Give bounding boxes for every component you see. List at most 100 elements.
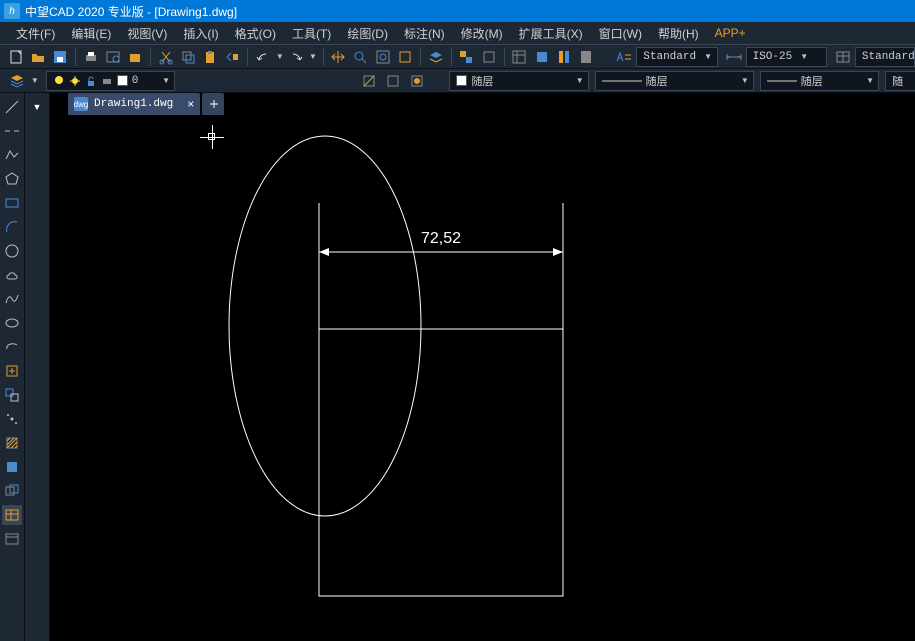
open-icon[interactable] bbox=[28, 46, 48, 68]
paste-icon[interactable] bbox=[200, 46, 220, 68]
polyline-icon[interactable] bbox=[2, 145, 22, 165]
menu-help[interactable]: 帮助(H) bbox=[650, 22, 707, 45]
chevron-down-icon: ▼ bbox=[866, 76, 874, 85]
separator bbox=[420, 48, 421, 66]
menu-format[interactable]: 格式(O) bbox=[227, 22, 284, 45]
copy-icon[interactable] bbox=[178, 46, 198, 68]
menu-insert[interactable]: 插入(I) bbox=[175, 22, 226, 45]
circle-icon[interactable] bbox=[2, 241, 22, 261]
dropdown-icon[interactable]: ▼ bbox=[27, 97, 47, 117]
block-icon[interactable] bbox=[456, 46, 476, 68]
table-icon[interactable] bbox=[2, 505, 22, 525]
layer-dropdown[interactable]: 0 ▼ bbox=[46, 71, 175, 91]
cut-icon[interactable] bbox=[156, 46, 176, 68]
menu-window[interactable]: 窗口(W) bbox=[591, 22, 650, 45]
print-icon[interactable] bbox=[81, 46, 101, 68]
dimension-text: 72,52 bbox=[421, 230, 461, 247]
menu-modify[interactable]: 修改(M) bbox=[453, 22, 511, 45]
ellipse-icon[interactable] bbox=[2, 313, 22, 333]
ellipse-shape[interactable] bbox=[229, 136, 421, 516]
point-icon[interactable] bbox=[2, 409, 22, 429]
layer-name: 0 bbox=[132, 75, 139, 87]
menu-tools[interactable]: 工具(T) bbox=[284, 22, 339, 45]
style-icon[interactable] bbox=[614, 46, 634, 68]
zoom-ext-icon[interactable] bbox=[395, 46, 415, 68]
redo-drop-icon[interactable]: ▼ bbox=[308, 46, 317, 68]
canvas[interactable]: 72,52 bbox=[50, 93, 915, 641]
make-block-icon[interactable] bbox=[2, 385, 22, 405]
dimension[interactable]: 72,52 bbox=[319, 203, 563, 256]
text-style-value: Standard bbox=[643, 51, 696, 63]
ellipse-arc-icon[interactable] bbox=[2, 337, 22, 357]
new-icon[interactable] bbox=[6, 46, 26, 68]
pan-icon[interactable] bbox=[328, 46, 348, 68]
preview-icon[interactable] bbox=[103, 46, 123, 68]
lineweight-dropdown[interactable]: 随层 ▼ bbox=[760, 71, 879, 91]
text-style-dropdown[interactable]: Standard▼ bbox=[636, 47, 717, 67]
close-icon[interactable]: × bbox=[187, 97, 194, 111]
ucs2-icon[interactable] bbox=[382, 70, 404, 92]
design-icon[interactable] bbox=[532, 46, 552, 68]
plotstyle-dropdown[interactable]: 随 bbox=[885, 71, 915, 91]
layer-color-swatch bbox=[117, 75, 128, 86]
rectangle-icon[interactable] bbox=[2, 193, 22, 213]
ucs3-icon[interactable] bbox=[406, 70, 428, 92]
linetype-dropdown[interactable]: 随层 ▼ bbox=[595, 71, 754, 91]
tool-pal-icon[interactable] bbox=[554, 46, 574, 68]
hatch-icon[interactable] bbox=[2, 433, 22, 453]
revcloud-icon[interactable] bbox=[2, 265, 22, 285]
undo-icon[interactable] bbox=[253, 46, 273, 68]
dim-style-dropdown[interactable]: ISO-25▼ bbox=[746, 47, 827, 67]
redo-icon[interactable] bbox=[286, 46, 306, 68]
print-ok-icon bbox=[101, 75, 113, 87]
document-tabs: dwg Drawing1.dwg × bbox=[50, 93, 915, 115]
zoom-icon[interactable] bbox=[350, 46, 370, 68]
zoom-win-icon[interactable] bbox=[373, 46, 393, 68]
menu-ext[interactable]: 扩展工具(X) bbox=[511, 22, 591, 45]
block2-icon[interactable] bbox=[479, 46, 499, 68]
new-tab-button[interactable] bbox=[202, 93, 224, 115]
publish-icon[interactable] bbox=[125, 46, 145, 68]
menu-draw[interactable]: 绘图(D) bbox=[339, 22, 396, 45]
match-icon[interactable] bbox=[222, 46, 242, 68]
gradient-icon[interactable] bbox=[2, 457, 22, 477]
rectangle-shape[interactable] bbox=[319, 252, 563, 596]
toolbar-layer: ▼ 0 ▼ 随层 ▼ 随层 ▼ 随层 ▼ 随 bbox=[0, 69, 915, 93]
menu-dim[interactable]: 标注(N) bbox=[396, 22, 453, 45]
color-dropdown[interactable]: 随层 ▼ bbox=[449, 71, 588, 91]
tab-drawing1[interactable]: dwg Drawing1.dwg × bbox=[68, 93, 200, 115]
color-value: 随层 bbox=[471, 73, 493, 89]
layer-state-icon[interactable] bbox=[6, 70, 28, 92]
text-icon[interactable] bbox=[2, 529, 22, 549]
table-style-icon[interactable] bbox=[833, 46, 853, 68]
xline-icon[interactable] bbox=[2, 121, 22, 141]
layer-drop-icon[interactable]: ▼ bbox=[30, 70, 40, 92]
separator bbox=[504, 48, 505, 66]
tab-label: Drawing1.dwg bbox=[94, 98, 173, 110]
separator bbox=[75, 48, 76, 66]
plus-icon bbox=[208, 98, 218, 110]
menu-app[interactable]: APP+ bbox=[707, 23, 754, 43]
arc-icon[interactable] bbox=[2, 217, 22, 237]
dim-style-icon[interactable] bbox=[724, 46, 744, 68]
calc-icon[interactable] bbox=[576, 46, 596, 68]
spline-icon[interactable] bbox=[2, 289, 22, 309]
table-style-dropdown[interactable]: Standard bbox=[855, 47, 915, 67]
menu-view[interactable]: 视图(V) bbox=[119, 22, 175, 45]
save-icon[interactable] bbox=[50, 46, 70, 68]
drawing-area[interactable]: dwg Drawing1.dwg × 72,52 bbox=[50, 93, 915, 641]
props-icon[interactable] bbox=[509, 46, 529, 68]
sun-icon bbox=[69, 75, 81, 87]
window-title: 中望CAD 2020 专业版 - [Drawing1.dwg] bbox=[25, 3, 237, 20]
undo-drop-icon[interactable]: ▼ bbox=[275, 46, 284, 68]
ucs1-icon[interactable] bbox=[358, 70, 380, 92]
layer-mgr-icon[interactable] bbox=[426, 46, 446, 68]
chevron-down-icon: ▼ bbox=[800, 52, 808, 61]
insert-block-icon[interactable] bbox=[2, 361, 22, 381]
region-icon[interactable] bbox=[2, 481, 22, 501]
menu-edit[interactable]: 编辑(E) bbox=[63, 22, 119, 45]
polygon-icon[interactable] bbox=[2, 169, 22, 189]
menu-file[interactable]: 文件(F) bbox=[8, 22, 63, 45]
line-icon[interactable] bbox=[2, 97, 22, 117]
color-swatch bbox=[456, 75, 467, 86]
